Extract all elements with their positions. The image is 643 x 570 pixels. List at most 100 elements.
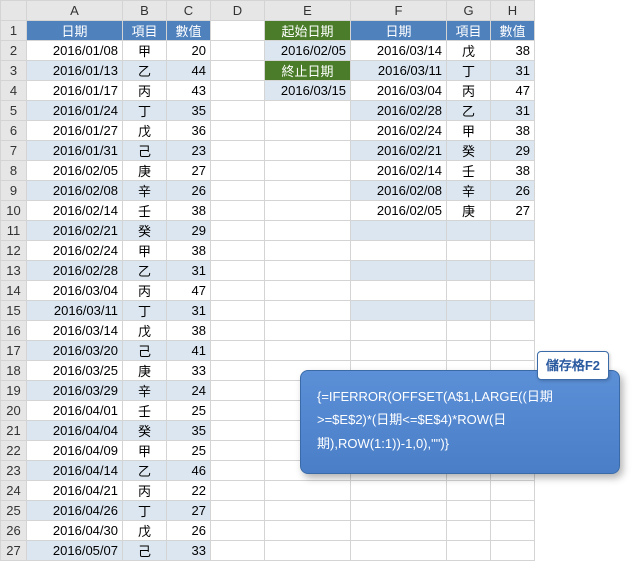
cell[interactable]: 47 xyxy=(167,281,211,301)
cell[interactable]: 2016/03/25 xyxy=(27,361,123,381)
cell[interactable] xyxy=(491,341,535,361)
row-header[interactable]: 8 xyxy=(1,161,27,181)
row-header[interactable]: 9 xyxy=(1,181,27,201)
cell[interactable] xyxy=(211,241,265,261)
cell[interactable]: 27 xyxy=(167,501,211,521)
cell[interactable]: 26 xyxy=(491,181,535,201)
cell[interactable] xyxy=(351,321,447,341)
row-header[interactable]: 10 xyxy=(1,201,27,221)
row-header[interactable]: 16 xyxy=(1,321,27,341)
cell[interactable]: 2016/01/31 xyxy=(27,141,123,161)
cell[interactable]: 丙 xyxy=(447,81,491,101)
col-header-D[interactable]: D xyxy=(211,1,265,21)
cell[interactable]: 己 xyxy=(123,341,167,361)
cell[interactable] xyxy=(491,481,535,501)
cell[interactable]: 2016/02/05 xyxy=(351,201,447,221)
cell[interactable]: 丁 xyxy=(123,501,167,521)
cell[interactable] xyxy=(447,521,491,541)
row-header[interactable]: 23 xyxy=(1,461,27,481)
cell[interactable] xyxy=(265,301,351,321)
cell[interactable]: 乙 xyxy=(123,61,167,81)
cell[interactable]: 20 xyxy=(167,41,211,61)
cell[interactable] xyxy=(265,321,351,341)
cell[interactable]: 38 xyxy=(167,241,211,261)
row-header[interactable]: 17 xyxy=(1,341,27,361)
col-header-E[interactable]: E xyxy=(265,1,351,21)
cell[interactable]: 項目 xyxy=(447,21,491,41)
cell[interactable] xyxy=(211,181,265,201)
cell[interactable]: 乙 xyxy=(123,461,167,481)
cell[interactable]: 戊 xyxy=(123,121,167,141)
cell[interactable] xyxy=(351,261,447,281)
cell[interactable]: 2016/01/17 xyxy=(27,81,123,101)
cell[interactable] xyxy=(211,321,265,341)
row-header[interactable]: 1 xyxy=(1,21,27,41)
cell[interactable]: 38 xyxy=(167,201,211,221)
cell[interactable] xyxy=(491,541,535,561)
cell[interactable]: 2016/01/27 xyxy=(27,121,123,141)
cell[interactable]: 己 xyxy=(123,141,167,161)
cell[interactable]: 27 xyxy=(491,201,535,221)
cell[interactable] xyxy=(447,281,491,301)
row-header[interactable]: 24 xyxy=(1,481,27,501)
cell[interactable]: 丙 xyxy=(123,81,167,101)
cell[interactable] xyxy=(447,301,491,321)
cell[interactable] xyxy=(351,241,447,261)
row-header[interactable]: 25 xyxy=(1,501,27,521)
row-header[interactable]: 27 xyxy=(1,541,27,561)
row-header[interactable]: 15 xyxy=(1,301,27,321)
cell[interactable] xyxy=(491,281,535,301)
row-header[interactable]: 22 xyxy=(1,441,27,461)
cell[interactable]: 2016/02/28 xyxy=(351,101,447,121)
cell[interactable] xyxy=(265,121,351,141)
cell[interactable] xyxy=(211,501,265,521)
cell[interactable]: 戊 xyxy=(123,521,167,541)
cell[interactable]: 29 xyxy=(167,221,211,241)
cell[interactable] xyxy=(447,261,491,281)
cell[interactable]: 2016/02/24 xyxy=(351,121,447,141)
cell[interactable]: 41 xyxy=(167,341,211,361)
cell[interactable] xyxy=(447,221,491,241)
cell[interactable]: 2016/05/07 xyxy=(27,541,123,561)
cell[interactable]: 31 xyxy=(491,61,535,81)
cell[interactable] xyxy=(211,441,265,461)
row-header[interactable]: 12 xyxy=(1,241,27,261)
cell[interactable]: 44 xyxy=(167,61,211,81)
cell[interactable] xyxy=(265,341,351,361)
cell[interactable]: 2016/04/26 xyxy=(27,501,123,521)
cell[interactable]: 38 xyxy=(491,121,535,141)
cell[interactable]: 辛 xyxy=(123,381,167,401)
cell[interactable]: 2016/03/04 xyxy=(351,81,447,101)
cell[interactable]: 43 xyxy=(167,81,211,101)
row-header[interactable]: 11 xyxy=(1,221,27,241)
cell[interactable]: 丙 xyxy=(123,481,167,501)
cell[interactable]: 庚 xyxy=(447,201,491,221)
col-header-B[interactable]: B xyxy=(123,1,167,21)
cell[interactable] xyxy=(211,401,265,421)
cell[interactable]: 26 xyxy=(167,521,211,541)
cell[interactable]: 庚 xyxy=(123,361,167,381)
cell[interactable] xyxy=(265,221,351,241)
cell[interactable]: 2016/02/08 xyxy=(27,181,123,201)
cell[interactable]: 2016/03/11 xyxy=(27,301,123,321)
cell[interactable] xyxy=(211,121,265,141)
cell[interactable]: 23 xyxy=(167,141,211,161)
cell[interactable]: 2016/01/13 xyxy=(27,61,123,81)
cell[interactable]: 2016/03/14 xyxy=(351,41,447,61)
cell[interactable] xyxy=(211,541,265,561)
cell[interactable]: 2016/02/24 xyxy=(27,241,123,261)
cell[interactable] xyxy=(211,521,265,541)
cell[interactable]: 2016/02/08 xyxy=(351,181,447,201)
cell[interactable]: 終止日期 xyxy=(265,61,351,81)
cell[interactable] xyxy=(211,41,265,61)
cell[interactable]: 29 xyxy=(491,141,535,161)
row-header[interactable]: 5 xyxy=(1,101,27,121)
cell[interactable]: 乙 xyxy=(447,101,491,121)
cell[interactable]: 2016/04/30 xyxy=(27,521,123,541)
row-header[interactable]: 14 xyxy=(1,281,27,301)
cell[interactable]: 乙 xyxy=(123,261,167,281)
cell[interactable] xyxy=(447,341,491,361)
cell[interactable]: 2016/04/14 xyxy=(27,461,123,481)
row-header[interactable]: 7 xyxy=(1,141,27,161)
row-header[interactable]: 18 xyxy=(1,361,27,381)
